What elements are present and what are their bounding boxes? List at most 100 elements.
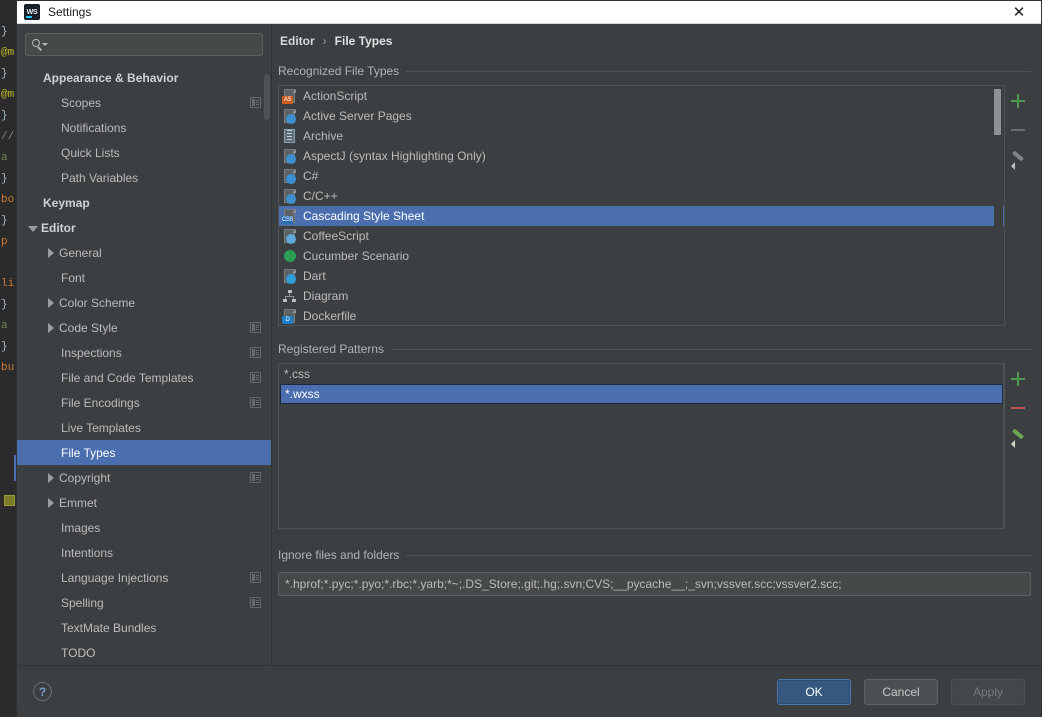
file-type-row[interactable]: AS ActionScript [279, 86, 1004, 106]
pattern-row[interactable]: *.wxss [280, 384, 1003, 404]
apply-button[interactable]: Apply [951, 678, 1025, 705]
sidebar-item-label: Live Templates [61, 420, 141, 435]
sidebar-item-label: Editor [41, 220, 76, 235]
search-box[interactable] [25, 33, 263, 56]
copy-settings-icon[interactable] [250, 372, 261, 383]
sidebar-item-editor[interactable]: Editor [17, 215, 271, 240]
sidebar-item-spelling[interactable]: Spelling [17, 590, 271, 615]
recognized-file-types-header: Recognized File Types [278, 62, 1031, 80]
header-divider [391, 348, 1031, 350]
cucumber-file-icon [282, 248, 298, 264]
sidebar-item-todo[interactable]: TODO [17, 640, 271, 665]
file-type-row[interactable]: CSS Cascading Style Sheet [279, 206, 1004, 226]
sidebar-item-label: Emmet [59, 495, 98, 510]
sidebar-item-label: Inspections [61, 345, 122, 360]
recognized-file-types-section: AS ActionScript Active Server Pages Archive… [278, 85, 1031, 326]
add-file-type-button[interactable] [1010, 93, 1026, 109]
file-type-row[interactable]: D Dockerfile [279, 306, 1004, 325]
file-type-row[interactable]: Diagram [279, 286, 1004, 306]
css-file-icon: CSS [282, 208, 298, 224]
registered-patterns-list[interactable]: *.css *.wxss [278, 363, 1005, 529]
settings-content-panel: Editor › File Types Recognized File Type… [272, 24, 1041, 665]
dialog-body: Appearance & Behavior Scopes Notifications… [17, 24, 1041, 665]
coffeescript-file-icon [282, 228, 298, 244]
sidebar-item-file-encodings[interactable]: File Encodings [17, 390, 271, 415]
sidebar-item-general[interactable]: General [17, 240, 271, 265]
sidebar-item-label: Images [61, 520, 101, 535]
chevron-right-icon[interactable] [45, 297, 57, 309]
edit-pattern-button[interactable] [1010, 428, 1026, 448]
sidebar-item-label: Color Scheme [59, 295, 136, 310]
file-type-label: Active Server Pages [303, 109, 412, 123]
file-type-row[interactable]: AspectJ (syntax Highlighting Only) [279, 146, 1004, 166]
sidebar-item-label: Copyright [59, 470, 111, 485]
close-icon[interactable]: ✕ [997, 1, 1041, 24]
copy-settings-icon[interactable] [250, 97, 261, 108]
sidebar-item-label: Language Injections [61, 570, 169, 585]
file-type-row[interactable]: C/C++ [279, 186, 1004, 206]
sidebar-item-code-style[interactable]: Code Style [17, 315, 271, 340]
file-type-row[interactable]: Archive [279, 126, 1004, 146]
copy-settings-icon[interactable] [250, 597, 261, 608]
chevron-right-icon[interactable] [45, 322, 57, 334]
copy-settings-icon[interactable] [250, 472, 261, 483]
recognized-list-scrollbar-thumb[interactable] [994, 89, 1001, 135]
header-divider [406, 70, 1031, 72]
sidebar-item-images[interactable]: Images [17, 515, 271, 540]
file-type-row[interactable]: Cucumber Scenario [279, 246, 1004, 266]
sidebar-item-label: TextMate Bundles [61, 620, 157, 635]
remove-pattern-button[interactable] [1010, 400, 1026, 416]
add-pattern-button[interactable] [1010, 371, 1026, 387]
ignore-files-input[interactable]: *.hprof;*.pyc;*.pyo;*.rbc;*.yarb;*~;.DS_… [278, 572, 1031, 596]
help-icon[interactable]: ? [33, 682, 52, 701]
search-wrapper [17, 33, 271, 56]
recognized-list-scrollbar[interactable] [994, 87, 1003, 324]
chevron-right-icon[interactable] [45, 497, 57, 509]
file-type-row[interactable]: Active Server Pages [279, 106, 1004, 126]
sidebar-item-font[interactable]: Font [17, 265, 271, 290]
file-type-label: Diagram [303, 289, 349, 303]
edit-file-type-button[interactable] [1010, 150, 1026, 170]
search-input[interactable] [50, 37, 256, 52]
sidebar-item-quick-lists[interactable]: Quick Lists [17, 140, 271, 165]
sidebar-item-live-templates[interactable]: Live Templates [17, 415, 271, 440]
file-type-row[interactable]: CoffeeScript [279, 226, 1004, 246]
copy-settings-icon[interactable] [250, 572, 261, 583]
sidebar-scrollbar-thumb[interactable] [264, 74, 270, 120]
file-type-row[interactable]: C# [279, 166, 1004, 186]
file-type-label: Dockerfile [303, 309, 357, 323]
file-type-row[interactable]: Dart [279, 266, 1004, 286]
sidebar-item-emmet[interactable]: Emmet [17, 490, 271, 515]
sidebar-item-appearance-behavior[interactable]: Appearance & Behavior [17, 65, 271, 90]
sidebar-item-copyright[interactable]: Copyright [17, 465, 271, 490]
sidebar-item-intentions[interactable]: Intentions [17, 540, 271, 565]
dialog-title: Settings [48, 5, 92, 19]
ok-button[interactable]: OK [777, 678, 851, 705]
sidebar-item-color-scheme[interactable]: Color Scheme [17, 290, 271, 315]
sidebar-item-label: Code Style [59, 320, 118, 335]
chevron-right-icon[interactable] [45, 247, 57, 259]
copy-settings-icon[interactable] [250, 347, 261, 358]
recognized-file-types-list[interactable]: AS ActionScript Active Server Pages Archive… [278, 85, 1005, 326]
sidebar-item-path-variables[interactable]: Path Variables [17, 165, 271, 190]
sidebar-item-scopes[interactable]: Scopes [17, 90, 271, 115]
chevron-down-icon[interactable] [27, 222, 39, 234]
sidebar-item-keymap[interactable]: Keymap [17, 190, 271, 215]
sidebar-item-language-injections[interactable]: Language Injections [17, 565, 271, 590]
settings-sidebar: Appearance & Behavior Scopes Notifications… [17, 24, 272, 665]
breadcrumb-current: File Types [334, 34, 393, 48]
actionscript-file-icon: AS [282, 88, 298, 104]
copy-settings-icon[interactable] [250, 397, 261, 408]
cancel-button[interactable]: Cancel [864, 678, 938, 705]
pattern-row[interactable]: *.css [279, 364, 1004, 384]
sidebar-item-textmate-bundles[interactable]: TextMate Bundles [17, 615, 271, 640]
sidebar-item-file-and-code-templates[interactable]: File and Code Templates [17, 365, 271, 390]
chevron-right-icon[interactable] [45, 472, 57, 484]
remove-file-type-button[interactable] [1010, 122, 1026, 138]
copy-settings-icon[interactable] [250, 322, 261, 333]
sidebar-item-file-types[interactable]: File Types [17, 440, 271, 465]
sidebar-item-notifications[interactable]: Notifications [17, 115, 271, 140]
sidebar-item-label: Notifications [61, 120, 127, 135]
breadcrumb-parent[interactable]: Editor [280, 34, 315, 48]
sidebar-item-inspections[interactable]: Inspections [17, 340, 271, 365]
